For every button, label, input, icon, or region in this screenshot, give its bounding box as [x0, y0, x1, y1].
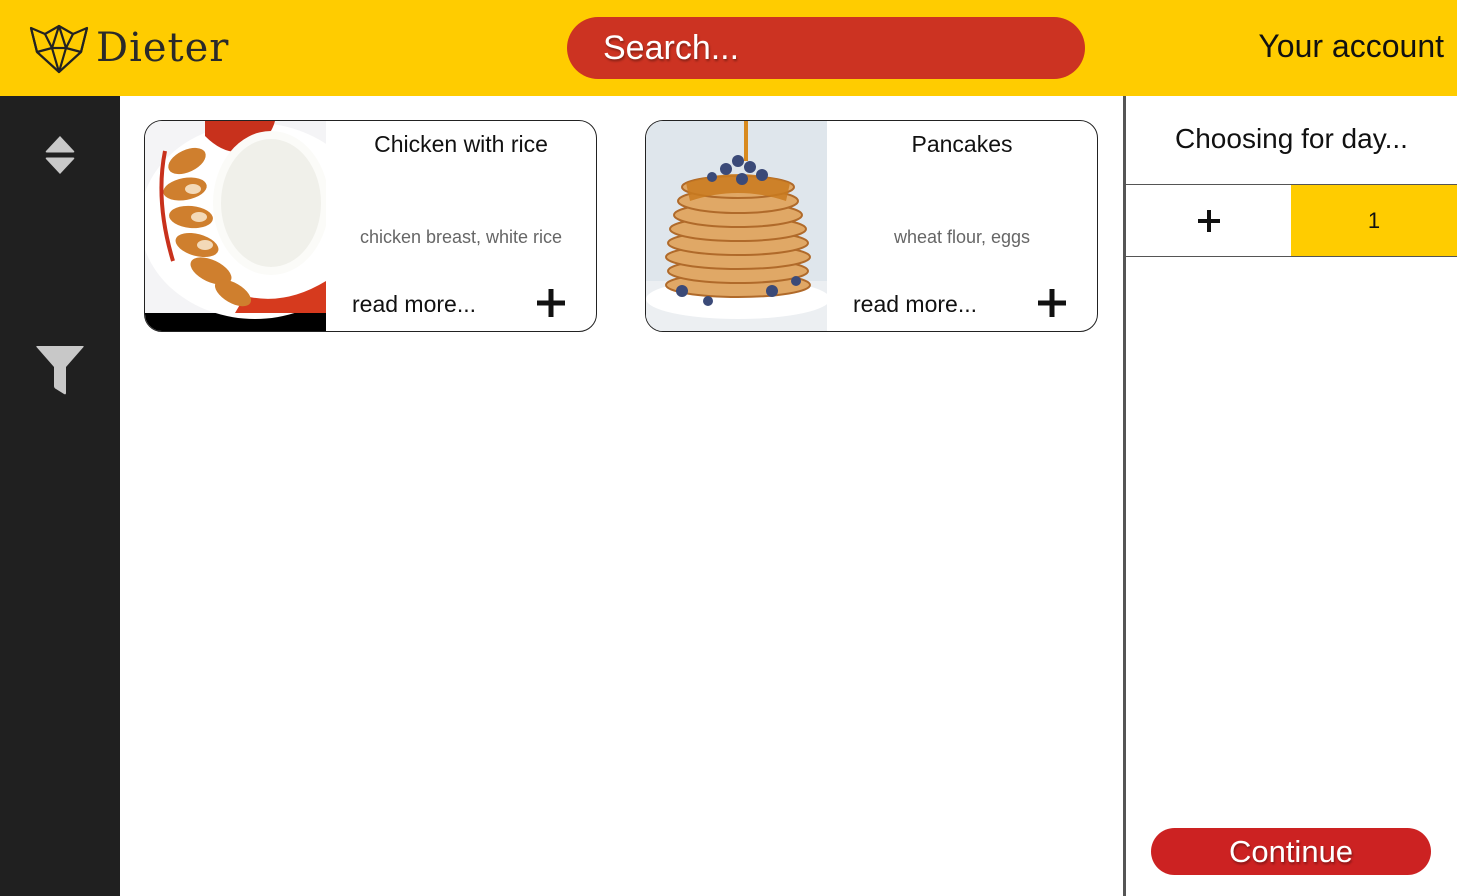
sidebar [0, 96, 120, 896]
pancakes-image [646, 121, 827, 331]
app-name: Dieter [96, 25, 230, 71]
top-bar: Dieter Search... Your account [0, 0, 1457, 96]
filter-button[interactable] [0, 344, 120, 396]
read-more-link[interactable]: read more... [853, 291, 977, 318]
logo[interactable]: Dieter [28, 20, 229, 76]
sort-icon [45, 136, 75, 174]
day-planner-panel: Choosing for day... 1 Continue [1126, 96, 1457, 896]
add-day-button[interactable] [1126, 185, 1291, 256]
recipe-ingredients: chicken breast, white rice [359, 227, 563, 247]
day-selector: 1 [1126, 184, 1457, 257]
continue-button[interactable]: Continue [1151, 828, 1431, 875]
plus-icon [1197, 209, 1220, 232]
recipe-card[interactable]: Chicken with rice chicken breast, white … [144, 120, 597, 332]
read-more-link[interactable]: read more... [352, 291, 476, 318]
your-account-link[interactable]: Your account [1258, 28, 1444, 65]
day-tab-1[interactable]: 1 [1291, 185, 1457, 256]
search-input[interactable]: Search... [567, 17, 1085, 79]
sort-button[interactable] [0, 134, 120, 176]
chicken-with-rice-image [145, 121, 326, 331]
recipe-card[interactable]: Pancakes wheat flour, eggs read more... [645, 120, 1098, 332]
recipe-ingredients: wheat flour, eggs [893, 227, 1031, 247]
recipe-title: Pancakes [911, 131, 1013, 157]
filter-icon [36, 346, 84, 395]
fox-logo-icon [29, 24, 89, 74]
recipe-title: Chicken with rice [374, 131, 548, 157]
plus-icon[interactable] [1036, 287, 1068, 319]
panel-title: Choosing for day... [1175, 123, 1408, 154]
recipe-list: Chicken with rice chicken breast, white … [120, 96, 1123, 896]
plus-icon[interactable] [535, 287, 567, 319]
